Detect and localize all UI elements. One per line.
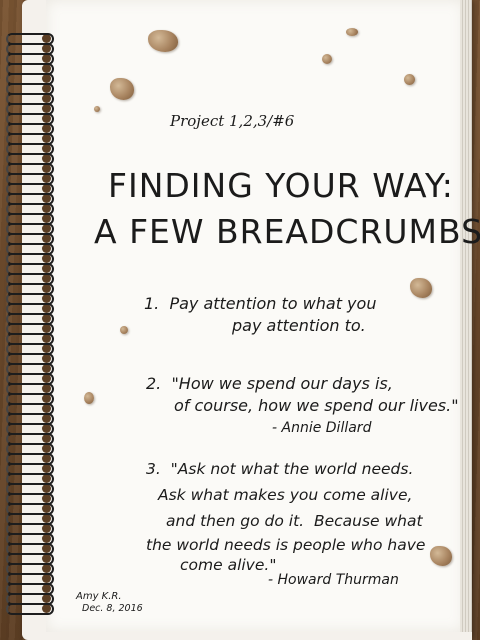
item-1-line-1: 1. Pay attention to what you xyxy=(144,294,377,313)
breadcrumb-crumb xyxy=(84,392,94,404)
item-3-line-2: Ask what makes you come alive, xyxy=(158,486,413,504)
page-edges xyxy=(460,0,472,632)
item-2-line-1: 2. "How we spend our days is, xyxy=(146,374,393,393)
signature-date: Dec. 8, 2016 xyxy=(82,603,143,614)
page-title-line-2: A FEW BREADCRUMBS xyxy=(94,212,480,251)
item-3-attribution: - Howard Thurman xyxy=(268,572,399,588)
spiral-binding xyxy=(2,32,58,632)
item-1-line-2: pay attention to. xyxy=(232,316,366,335)
signature-name: Amy K.R. xyxy=(76,591,122,602)
breadcrumb-crumb xyxy=(346,28,358,36)
item-2-attribution: - Annie Dillard xyxy=(272,420,372,436)
breadcrumb-crumb xyxy=(322,54,332,64)
page-title-line-1: FINDING YOUR WAY: xyxy=(108,166,454,205)
breadcrumb-crumb xyxy=(94,106,100,112)
breadcrumb-crumb xyxy=(410,278,432,298)
item-3-line-5: come alive." xyxy=(180,556,277,574)
item-2-line-2: of course, how we spend our lives." xyxy=(174,396,459,415)
breadcrumb-crumb xyxy=(430,546,452,566)
breadcrumb-crumb xyxy=(120,326,128,334)
item-3-line-4: the world needs is people who have xyxy=(146,536,426,554)
breadcrumb-crumb xyxy=(404,74,415,85)
project-label: Project 1,2,3/#6 xyxy=(170,112,295,130)
item-3-line-1: 3. "Ask not what the world needs. xyxy=(146,460,414,478)
coil-wire xyxy=(6,603,54,615)
spiral-coil xyxy=(2,602,54,615)
breadcrumb-crumb xyxy=(110,78,134,100)
item-3-line-3: and then go do it. Because what xyxy=(166,512,423,530)
